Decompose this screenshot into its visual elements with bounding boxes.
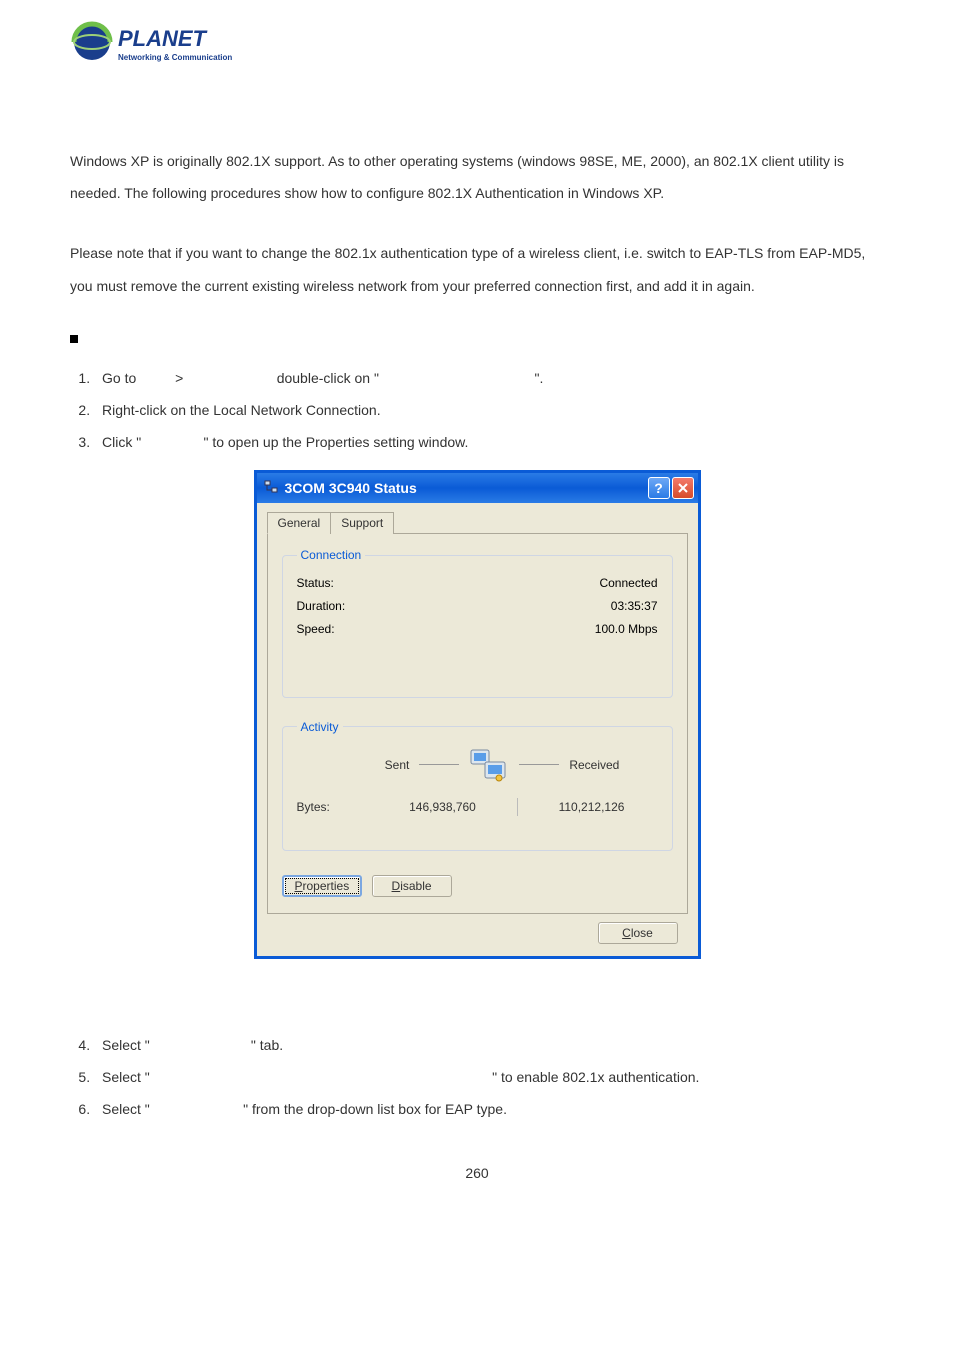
line-icon <box>419 764 459 765</box>
step-3: Click " " to open up the Properties sett… <box>94 426 884 458</box>
tab-pane-general: Connection Status: Connected Duration: 0… <box>267 534 688 913</box>
activity-group: Activity Sent <box>282 720 673 851</box>
sent-label: Sent <box>385 758 410 772</box>
help-button[interactable]: ? <box>648 477 670 499</box>
bytes-label: Bytes: <box>297 800 377 814</box>
activity-legend: Activity <box>297 720 343 734</box>
close-button[interactable] <box>672 477 694 499</box>
status-label: Status: <box>297 572 334 595</box>
step-1-text-d: ". <box>535 370 544 386</box>
divider <box>517 798 518 816</box>
step-3-text-a: Click " <box>102 434 145 450</box>
tab-strip: General Support <box>267 511 688 534</box>
step-6-text-a: Select " <box>102 1101 154 1117</box>
received-label: Received <box>569 758 619 772</box>
bytes-sent-value: 146,938,760 <box>377 800 509 814</box>
line-icon <box>519 764 559 765</box>
duration-value: 03:35:37 <box>611 595 658 618</box>
step-2: Right-click on the Local Network Connect… <box>94 394 884 426</box>
steps-list-a: Go to > double-click on " ". Right-click… <box>70 362 884 459</box>
page-number: 260 <box>70 1165 884 1181</box>
step-1: Go to > double-click on " ". <box>94 362 884 394</box>
speed-label: Speed: <box>297 618 335 641</box>
connection-group: Connection Status: Connected Duration: 0… <box>282 548 673 697</box>
duration-label: Duration: <box>297 595 346 618</box>
tab-support[interactable]: Support <box>330 512 394 534</box>
step-1-text-c: double-click on " <box>277 370 383 386</box>
connection-legend: Connection <box>297 548 366 562</box>
section-bullet <box>70 330 884 346</box>
step-6: Select " " from the drop-down list box f… <box>94 1093 884 1125</box>
logo: PLANET Networking & Communication <box>70 20 884 75</box>
step-4: Select " " tab. <box>94 1029 884 1061</box>
steps-list-b: Select " " tab. Select " " to enable 802… <box>70 1029 884 1126</box>
computers-icon <box>469 748 509 782</box>
bytes-received-value: 110,212,126 <box>526 800 658 814</box>
step-1-text-a: Go to <box>102 370 140 386</box>
step-4-text-b: " tab. <box>251 1037 283 1053</box>
disable-button[interactable]: Disable <box>372 875 452 897</box>
step-3-text-b: " to open up the Properties setting wind… <box>203 434 468 450</box>
status-dialog: 3COM 3C940 Status ? General Support Conn… <box>254 470 701 958</box>
step-4-text-a: Select " <box>102 1037 154 1053</box>
step-5-text-b: " to enable 802.1x authentication. <box>492 1069 699 1085</box>
dialog-titlebar[interactable]: 3COM 3C940 Status ? <box>257 473 698 503</box>
step-5-text-a: Select " <box>102 1069 154 1085</box>
close-dialog-button[interactable]: Close <box>598 922 678 944</box>
step-6-text-b: " from the drop-down list box for EAP ty… <box>243 1101 507 1117</box>
step-5: Select " " to enable 802.1x authenticati… <box>94 1061 884 1093</box>
logo-brand-text: PLANET <box>118 26 208 51</box>
intro-paragraph-1: Windows XP is originally 802.1X support.… <box>70 145 884 209</box>
step-1-text-b: > <box>175 370 187 386</box>
speed-value: 100.0 Mbps <box>595 618 658 641</box>
network-icon <box>263 479 279 498</box>
tab-general[interactable]: General <box>267 512 332 534</box>
logo-tagline-text: Networking & Communication <box>118 53 232 62</box>
status-value: Connected <box>599 572 657 595</box>
intro-paragraph-2: Please note that if you want to change t… <box>70 237 884 301</box>
properties-button[interactable]: Properties <box>282 875 363 897</box>
dialog-title: 3COM 3C940 Status <box>285 480 646 496</box>
square-bullet-icon <box>70 335 78 343</box>
close-icon <box>677 482 689 494</box>
